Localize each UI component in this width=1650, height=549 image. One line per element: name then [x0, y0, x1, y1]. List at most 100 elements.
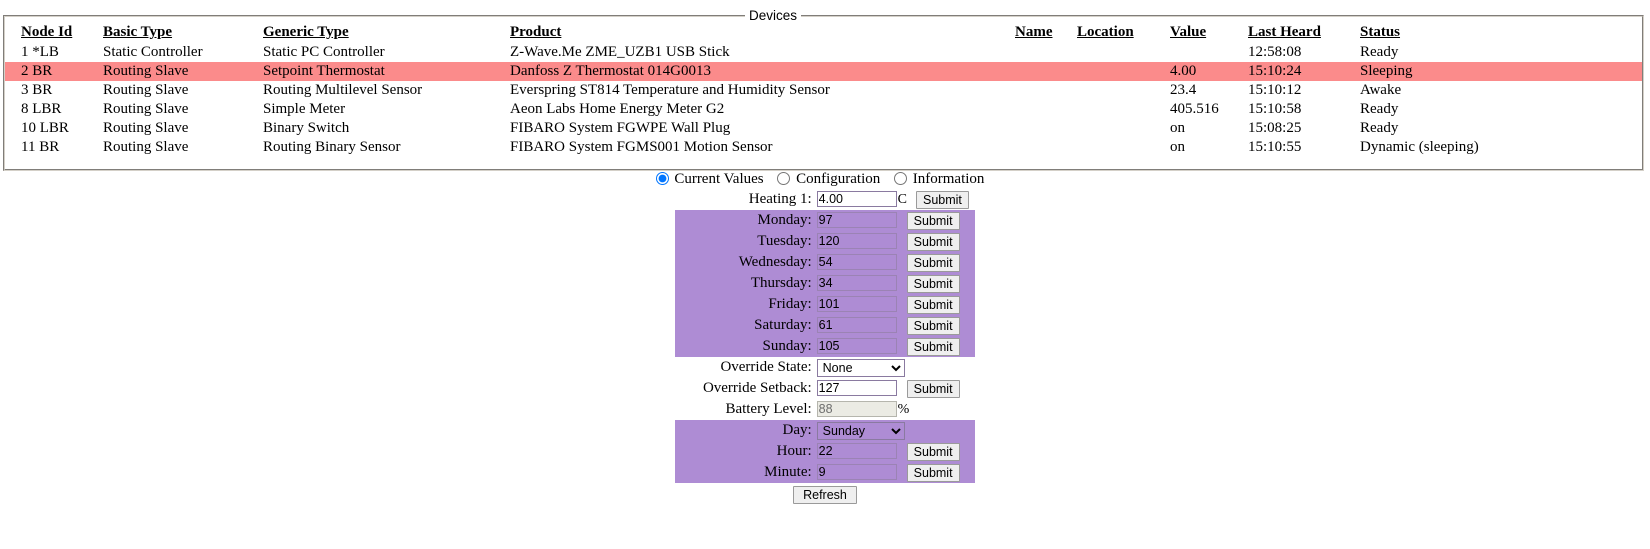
cell-product: Everspring ST814 Temperature and Humidit…: [510, 82, 830, 98]
table-row[interactable]: 2 BR Routing Slave Setpoint Thermostat D…: [5, 62, 1642, 81]
table-row[interactable]: 1 *LB Static Controller Static PC Contro…: [5, 43, 1642, 62]
field-input-sunday[interactable]: [816, 338, 897, 354]
field-label-override-state: Override State:: [720, 359, 812, 375]
radio-configuration[interactable]: [777, 172, 791, 185]
cell-name: [1015, 43, 1077, 62]
radio-label-configuration[interactable]: Configuration: [796, 171, 880, 187]
cell-last-heard: 12:58:08: [1248, 44, 1302, 60]
radio-label-information[interactable]: Information: [913, 171, 985, 187]
table-row[interactable]: 10 LBR Routing Slave Binary Switch FIBAR…: [5, 119, 1642, 138]
submit-button-thursday[interactable]: Submit: [906, 274, 960, 293]
field-select-day[interactable]: Sunday: [816, 421, 905, 440]
cell-last-heard: 15:08:25: [1248, 120, 1302, 136]
field-input-heating-1[interactable]: [816, 191, 897, 207]
field-input-saturday[interactable]: [816, 317, 897, 333]
radio-current-values[interactable]: [655, 172, 669, 185]
cell-node-id: 10 LBR: [21, 120, 69, 136]
cell-status: Ready: [1360, 101, 1399, 117]
field-label-tuesday: Tuesday:: [757, 233, 812, 249]
column-header-name[interactable]: Name: [1015, 24, 1077, 43]
field-input-thursday[interactable]: [816, 275, 897, 291]
field-row-hour: Hour: Submit: [674, 441, 976, 462]
field-label-monday: Monday:: [757, 212, 812, 228]
refresh-button[interactable]: Refresh: [793, 486, 857, 504]
field-label-heating-1: Heating 1:: [748, 191, 812, 207]
cell-last-heard: 15:10:12: [1248, 82, 1302, 98]
submit-button-minute[interactable]: Submit: [906, 463, 960, 482]
column-header-location[interactable]: Location: [1077, 24, 1170, 43]
field-row-thursday: Thursday: Submit: [674, 273, 976, 294]
view-mode-radio-group: Current Values Configuration Information: [0, 170, 1650, 188]
table-row[interactable]: 8 LBR Routing Slave Simple Meter Aeon La…: [5, 100, 1642, 119]
field-input-monday[interactable]: [816, 212, 897, 228]
field-input-tuesday[interactable]: [816, 233, 897, 249]
table-row[interactable]: 11 BR Routing Slave Routing Binary Senso…: [5, 138, 1642, 157]
field-row-friday: Friday: Submit: [674, 294, 976, 315]
field-row-tuesday: Tuesday: Submit: [674, 231, 976, 252]
field-input-minute[interactable]: [816, 464, 897, 480]
column-header-product[interactable]: Product: [510, 24, 1015, 43]
field-input-wednesday[interactable]: [816, 254, 897, 270]
cell-product: FIBARO System FGMS001 Motion Sensor: [510, 139, 773, 155]
column-header-generic-type[interactable]: Generic Type: [263, 24, 510, 43]
device-fields-grid: Heating 1: C Submit Monday: Submit Tuesd…: [674, 189, 976, 504]
field-label-sunday: Sunday:: [762, 338, 812, 354]
field-select-override-state[interactable]: None: [816, 358, 905, 377]
cell-name: [1015, 138, 1077, 157]
table-row[interactable]: 3 BR Routing Slave Routing Multilevel Se…: [5, 81, 1642, 100]
column-header-status[interactable]: Status: [1360, 24, 1642, 43]
field-suffix-heating-1: C: [897, 191, 907, 207]
column-header-last-heard[interactable]: Last Heard: [1248, 24, 1360, 43]
devices-panel: Devices Node Id Basic Type Generic Type …: [3, 8, 1644, 171]
cell-status: Ready: [1360, 44, 1399, 60]
field-input-friday[interactable]: [816, 296, 897, 312]
cell-basic-type: Routing Slave: [103, 120, 189, 136]
refresh-row: Refresh: [675, 486, 976, 504]
field-label-minute: Minute:: [764, 464, 812, 480]
cell-name: [1015, 100, 1077, 119]
field-row-override-state: Override State: None: [675, 357, 976, 378]
cell-name: [1015, 62, 1077, 81]
cell-name: [1015, 81, 1077, 100]
cell-generic-type: Binary Switch: [263, 120, 350, 136]
submit-button-friday[interactable]: Submit: [906, 295, 960, 314]
cell-node-id: 8 LBR: [21, 101, 62, 117]
cell-generic-type: Setpoint Thermostat: [263, 62, 510, 81]
cell-location: [1077, 81, 1170, 100]
field-row-monday: Monday: Submit: [674, 210, 976, 231]
cell-status: Ready: [1360, 120, 1399, 136]
cell-value: on: [1170, 139, 1185, 155]
cell-location: [1077, 119, 1170, 138]
cell-location: [1077, 100, 1170, 119]
submit-button-tuesday[interactable]: Submit: [906, 232, 960, 251]
field-label-thursday: Thursday:: [750, 275, 812, 291]
column-header-value[interactable]: Value: [1170, 24, 1248, 43]
cell-status: Awake: [1360, 82, 1402, 98]
field-row-sunday: Sunday: Submit: [674, 336, 976, 357]
field-row-heating-1: Heating 1: C Submit: [675, 189, 976, 210]
submit-button-hour[interactable]: Submit: [906, 442, 960, 461]
submit-button-wednesday[interactable]: Submit: [906, 253, 960, 272]
radio-information[interactable]: [894, 172, 908, 185]
submit-button-override-setback[interactable]: Submit: [906, 379, 960, 398]
radio-label-current-values[interactable]: Current Values: [674, 171, 763, 187]
field-label-friday: Friday:: [768, 296, 812, 312]
devices-table-body: 1 *LB Static Controller Static PC Contro…: [5, 43, 1642, 157]
field-label-override-setback: Override Setback:: [702, 380, 812, 396]
cell-location: [1077, 138, 1170, 157]
cell-node-id: 3 BR: [21, 82, 53, 98]
field-row-saturday: Saturday: Submit: [674, 315, 976, 336]
cell-basic-type: Routing Slave: [103, 139, 189, 155]
cell-generic-type: Simple Meter: [263, 101, 346, 117]
submit-button-monday[interactable]: Submit: [906, 211, 960, 230]
cell-generic-type: Routing Binary Sensor: [263, 139, 401, 155]
field-input-override-setback[interactable]: [816, 380, 897, 396]
column-header-node-id[interactable]: Node Id: [5, 24, 103, 43]
submit-button-sunday[interactable]: Submit: [906, 337, 960, 356]
column-header-basic-type[interactable]: Basic Type: [103, 24, 263, 43]
submit-button-saturday[interactable]: Submit: [906, 316, 960, 335]
submit-button-heating-1[interactable]: Submit: [916, 190, 969, 209]
field-row-day: Day: Sunday: [674, 420, 976, 441]
cell-last-heard: 15:10:58: [1248, 101, 1302, 117]
field-input-hour[interactable]: [816, 443, 897, 459]
